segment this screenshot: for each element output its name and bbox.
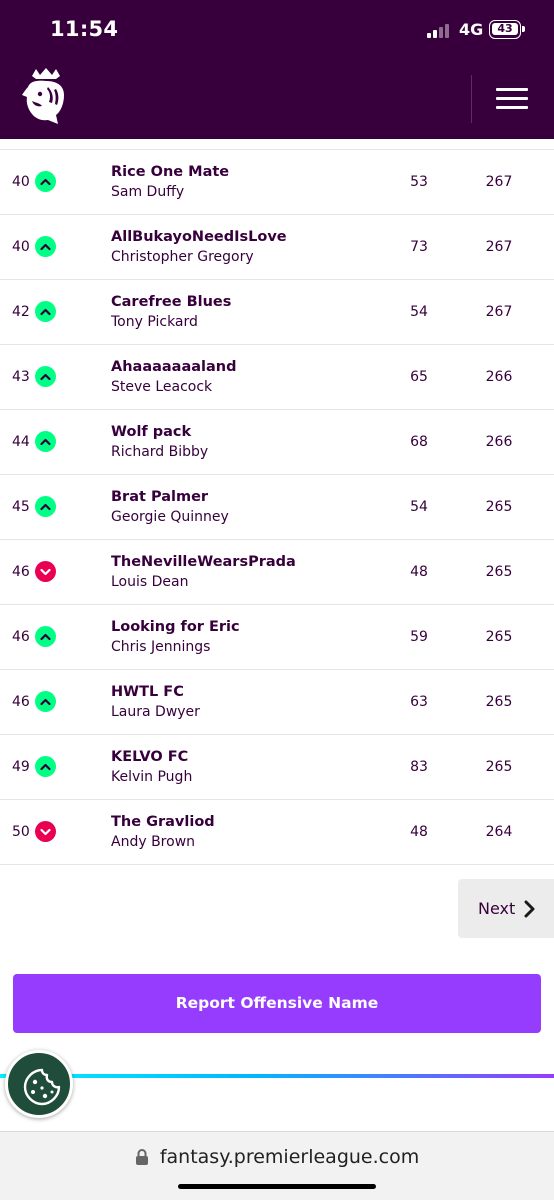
- rank: 40: [12, 239, 30, 255]
- table-row[interactable]: 45 Brat Palmer Georgie Quinney 54 265: [0, 475, 554, 540]
- table-row[interactable]: 40 AllBukayoNeedIsLove Christopher Gregory…: [0, 215, 554, 280]
- network-type: 4G: [459, 20, 484, 39]
- rank: 40: [12, 174, 30, 190]
- table-row[interactable]: 50 The Gravliod Andy Brown 48 264: [0, 800, 554, 865]
- total-points: 267: [485, 174, 513, 190]
- table-row[interactable]: 40 Rice One Mate Sam Duffy 53 267: [0, 150, 554, 215]
- footer-gradient-bar: [0, 1074, 554, 1078]
- team-name-link[interactable]: Rice One Mate: [111, 164, 229, 180]
- home-indicator: [178, 1184, 376, 1189]
- rank: 49: [12, 759, 30, 775]
- rank-up-icon: [35, 171, 56, 192]
- rank: 43: [12, 369, 30, 385]
- rank-up-icon: [35, 431, 56, 452]
- hamburger-menu-icon[interactable]: [496, 88, 528, 110]
- manager-name: Kelvin Pugh: [111, 769, 193, 785]
- browser-url-bar[interactable]: fantasy.premierleague.com: [0, 1131, 554, 1200]
- cookie-settings-button[interactable]: [5, 1050, 73, 1118]
- table-row[interactable]: 44 Wolf pack Richard Bibby 68 266: [0, 410, 554, 475]
- gameweek-points: 83: [410, 759, 428, 775]
- rank-up-icon: [35, 756, 56, 777]
- team-name-link[interactable]: The Gravliod: [111, 814, 215, 830]
- signal-strength-icon: [427, 22, 453, 38]
- team-name-link[interactable]: AllBukayoNeedIsLove: [111, 229, 287, 245]
- manager-name: Laura Dwyer: [111, 704, 200, 720]
- rank: 50: [12, 824, 30, 840]
- manager-name: Christopher Gregory: [111, 249, 254, 265]
- standings-table: 40 Rice One Mate Sam Duffy 53 267 40 AllBukayo…: [0, 149, 554, 865]
- rank-down-icon: [35, 561, 56, 582]
- total-points: 267: [485, 239, 513, 255]
- team-name-link[interactable]: TheNevilleWearsPrada: [111, 554, 296, 570]
- gameweek-points: 48: [410, 824, 428, 840]
- rank: 46: [12, 694, 30, 710]
- chevron-right-icon: [524, 900, 535, 918]
- table-row[interactable]: 46 HWTL FC Laura Dwyer 63 265: [0, 670, 554, 735]
- table-row[interactable]: 46 Looking for Eric Chris Jennings 59 265: [0, 605, 554, 670]
- premier-league-lion-icon[interactable]: [18, 67, 74, 127]
- team-name-link[interactable]: Carefree Blues: [111, 294, 231, 310]
- manager-name: Andy Brown: [111, 834, 196, 850]
- rank: 42: [12, 304, 30, 320]
- total-points: 265: [485, 564, 513, 580]
- team-name-link[interactable]: Ahaaaaaaaland: [111, 359, 237, 375]
- total-points: 265: [485, 499, 513, 515]
- gameweek-points: 63: [410, 694, 428, 710]
- gameweek-points: 68: [410, 434, 428, 450]
- gameweek-points: 59: [410, 629, 428, 645]
- total-points: 264: [485, 824, 513, 840]
- app-header: 11:54 4G 43: [0, 0, 554, 139]
- rank-up-icon: [35, 366, 56, 387]
- cookie-icon: [23, 1068, 61, 1106]
- lock-icon: [135, 1149, 148, 1165]
- team-name-link[interactable]: Wolf pack: [111, 424, 191, 440]
- gameweek-points: 73: [410, 239, 428, 255]
- manager-name: Georgie Quinney: [111, 509, 229, 525]
- rank-up-icon: [35, 496, 56, 517]
- total-points: 265: [485, 759, 513, 775]
- gameweek-points: 65: [410, 369, 428, 385]
- manager-name: Richard Bibby: [111, 444, 209, 460]
- status-time: 11:54: [50, 17, 119, 41]
- team-name-link[interactable]: Looking for Eric: [111, 619, 240, 635]
- total-points: 266: [485, 369, 513, 385]
- battery-icon: 43: [489, 20, 525, 39]
- rank-down-icon: [35, 821, 56, 842]
- url-text: fantasy.premierleague.com: [159, 1146, 420, 1168]
- next-label: Next: [478, 899, 516, 918]
- team-name-link[interactable]: HWTL FC: [111, 684, 184, 700]
- rank: 46: [12, 564, 30, 580]
- gameweek-points: 54: [410, 499, 428, 515]
- total-points: 265: [485, 629, 513, 645]
- table-row[interactable]: 43 Ahaaaaaaaland Steve Leacock 65 266: [0, 345, 554, 410]
- rank-up-icon: [35, 236, 56, 257]
- manager-name: Sam Duffy: [111, 184, 185, 200]
- battery-level: 43: [492, 23, 518, 35]
- team-name-link[interactable]: Brat Palmer: [111, 489, 208, 505]
- table-row[interactable]: 42 Carefree Blues Tony Pickard 54 267: [0, 280, 554, 345]
- gameweek-points: 54: [410, 304, 428, 320]
- total-points: 267: [485, 304, 513, 320]
- team-name-link[interactable]: KELVO FC: [111, 749, 188, 765]
- next-page-button[interactable]: Next: [458, 879, 554, 938]
- report-button-label: Report Offensive Name: [175, 994, 379, 1012]
- manager-name: Tony Pickard: [111, 314, 198, 330]
- table-row[interactable]: 46 TheNevilleWearsPrada Louis Dean 48 265: [0, 540, 554, 605]
- manager-name: Steve Leacock: [111, 379, 213, 395]
- gameweek-points: 48: [410, 564, 428, 580]
- rank-up-icon: [35, 301, 56, 322]
- manager-name: Louis Dean: [111, 574, 189, 590]
- report-offensive-name-button[interactable]: Report Offensive Name: [13, 974, 541, 1033]
- rank: 45: [12, 499, 30, 515]
- total-points: 265: [485, 694, 513, 710]
- nav-divider: [471, 75, 472, 123]
- rank-up-icon: [35, 626, 56, 647]
- rank-up-icon: [35, 691, 56, 712]
- gameweek-points: 53: [410, 174, 428, 190]
- rank: 44: [12, 434, 30, 450]
- total-points: 266: [485, 434, 513, 450]
- manager-name: Chris Jennings: [111, 639, 211, 655]
- rank: 46: [12, 629, 30, 645]
- table-row[interactable]: 49 KELVO FC Kelvin Pugh 83 265: [0, 735, 554, 800]
